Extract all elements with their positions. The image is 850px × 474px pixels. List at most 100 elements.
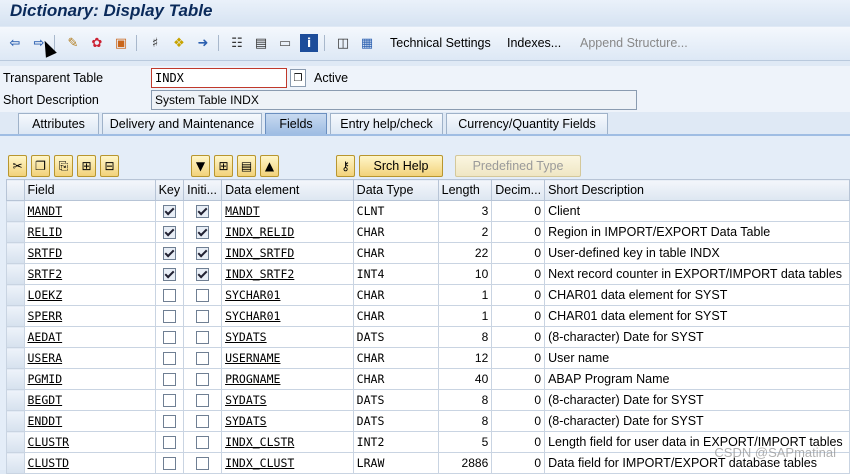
column-header-field[interactable]: Field: [23, 179, 156, 201]
row-selector[interactable]: [6, 242, 25, 264]
details-icon[interactable]: ▤: [237, 155, 256, 177]
copy-row-icon[interactable]: ❐: [31, 155, 50, 177]
back-icon[interactable]: ⇦: [6, 34, 24, 52]
initial-checkbox[interactable]: [196, 373, 210, 386]
technical-settings-button[interactable]: Technical Settings: [390, 36, 491, 50]
key-checkbox[interactable]: [162, 457, 176, 470]
check-icon[interactable]: ✿: [88, 34, 106, 52]
field-name-cell[interactable]: SRTFD: [23, 242, 156, 264]
where-used-icon[interactable]: ♯: [146, 34, 164, 52]
initial-checkbox[interactable]: [196, 436, 210, 449]
data-element-cell[interactable]: SYCHAR01: [221, 305, 354, 327]
search-help-key-icon[interactable]: ⚷: [336, 155, 355, 177]
srch-help-button[interactable]: Srch Help: [359, 155, 443, 177]
paste-icon[interactable]: ⎘: [54, 155, 73, 177]
field-name-cell[interactable]: AEDAT: [23, 326, 156, 348]
field-name-cell[interactable]: MANDT: [23, 200, 156, 222]
initial-checkbox[interactable]: [196, 457, 210, 470]
key-checkbox[interactable]: [162, 415, 176, 428]
row-selector[interactable]: [6, 326, 25, 348]
column-header-key[interactable]: Key: [154, 179, 185, 201]
key-checkbox[interactable]: [162, 226, 176, 239]
initial-checkbox[interactable]: [196, 310, 210, 323]
navigate-icon[interactable]: ➜: [194, 34, 212, 52]
column-header-initial[interactable]: Initi...: [183, 179, 223, 201]
row-selector[interactable]: [6, 305, 25, 327]
initial-checkbox[interactable]: [196, 394, 210, 407]
display-object-icon[interactable]: ▭: [276, 34, 294, 52]
initial-checkbox[interactable]: [196, 415, 210, 428]
table-row[interactable]: SRTFD INDX_SRTFD CHAR 22 0 User-defined key i…: [6, 242, 850, 264]
field-name-cell[interactable]: CLUSTD: [23, 452, 156, 474]
data-element-cell[interactable]: USERNAME: [221, 347, 354, 369]
object-list-icon[interactable]: ❖: [170, 34, 188, 52]
row-selector[interactable]: [6, 200, 25, 222]
data-element-cell[interactable]: INDX_RELID: [221, 221, 354, 243]
table-row[interactable]: RELID INDX_RELID CHAR 2 0 Region in IMPORT/EX…: [6, 221, 850, 243]
key-checkbox[interactable]: [162, 436, 176, 449]
key-checkbox[interactable]: [162, 394, 176, 407]
initial-checkbox[interactable]: [196, 205, 210, 218]
column-header-short-description[interactable]: Short Description: [544, 179, 850, 201]
indexes-button[interactable]: Indexes...: [507, 36, 561, 50]
cut-icon[interactable]: ✂: [8, 155, 27, 177]
data-element-cell[interactable]: SYCHAR01: [221, 284, 354, 306]
table-row[interactable]: ENDDT SYDATS DATS 8 0 (8-character) Date for …: [6, 410, 850, 432]
delete-row-icon[interactable]: ⊟: [100, 155, 119, 177]
info-icon[interactable]: i: [300, 34, 318, 52]
column-header-length[interactable]: Length: [437, 179, 493, 201]
data-element-cell[interactable]: SYDATS: [221, 389, 354, 411]
tab-delivery-maintenance[interactable]: Delivery and Maintenance: [102, 113, 262, 134]
column-header-decimals[interactable]: Decim...: [491, 179, 546, 201]
column-header-data-type[interactable]: Data Type: [352, 179, 439, 201]
initial-checkbox[interactable]: [196, 247, 210, 260]
copy-icon[interactable]: ❐: [290, 69, 306, 87]
row-selector[interactable]: [6, 221, 25, 243]
field-name-cell[interactable]: LOEKZ: [23, 284, 156, 306]
hierarchy-icon[interactable]: ☷: [228, 34, 246, 52]
key-checkbox[interactable]: [162, 289, 176, 302]
table-row[interactable]: AEDAT SYDATS DATS 8 0 (8-character) Date for …: [6, 326, 850, 348]
tab-entry-help-check[interactable]: Entry help/check: [330, 113, 443, 134]
data-element-cell[interactable]: PROGNAME: [221, 368, 354, 390]
data-element-cell[interactable]: SYDATS: [221, 410, 354, 432]
data-element-cell[interactable]: SYDATS: [221, 326, 354, 348]
key-checkbox[interactable]: [162, 310, 176, 323]
tab-attributes[interactable]: Attributes: [18, 113, 99, 134]
print-icon[interactable]: ▤: [252, 34, 270, 52]
field-name-cell[interactable]: PGMID: [23, 368, 156, 390]
table-row[interactable]: SRTF2 INDX_SRTF2 INT4 10 0 Next record counte…: [6, 263, 850, 285]
table-row[interactable]: MANDT MANDT CLNT 3 0 Client: [6, 200, 850, 222]
table-row[interactable]: PGMID PROGNAME CHAR 40 0 ABAP Program Name: [6, 368, 850, 390]
initial-checkbox[interactable]: [196, 331, 210, 344]
row-selector[interactable]: [6, 410, 25, 432]
activate-icon[interactable]: ▣: [112, 34, 130, 52]
key-checkbox[interactable]: [162, 331, 176, 344]
row-selector[interactable]: [6, 452, 25, 474]
display-change-icon[interactable]: ✎: [64, 34, 82, 52]
data-element-cell[interactable]: INDX_CLUST: [221, 452, 354, 474]
data-element-cell[interactable]: INDX_SRTF2: [221, 263, 354, 285]
sort-icon[interactable]: ▼: [191, 155, 210, 177]
field-name-cell[interactable]: ENDDT: [23, 410, 156, 432]
data-element-cell[interactable]: MANDT: [221, 200, 354, 222]
tab-fields[interactable]: Fields: [265, 113, 327, 134]
table-row[interactable]: SPERR SYCHAR01 CHAR 1 0 CHAR01 data element f…: [6, 305, 850, 327]
table-row[interactable]: USERA USERNAME CHAR 12 0 User name: [6, 347, 850, 369]
table-name-field[interactable]: INDX: [151, 68, 287, 88]
key-checkbox[interactable]: [162, 268, 176, 281]
column-header-data-element[interactable]: Data element: [221, 179, 354, 201]
field-name-cell[interactable]: RELID: [23, 221, 156, 243]
row-selector[interactable]: [6, 263, 25, 285]
initial-checkbox[interactable]: [196, 268, 210, 281]
move-up-icon[interactable]: ▲: [260, 155, 279, 177]
row-selector[interactable]: [6, 368, 25, 390]
field-name-cell[interactable]: SPERR: [23, 305, 156, 327]
field-name-cell[interactable]: BEGDT: [23, 389, 156, 411]
key-checkbox[interactable]: [162, 247, 176, 260]
row-selector[interactable]: [6, 347, 25, 369]
structure-icon[interactable]: ◫: [334, 34, 352, 52]
insert-column-icon[interactable]: ⊞: [214, 155, 233, 177]
key-checkbox[interactable]: [162, 373, 176, 386]
insert-row-icon[interactable]: ⊞: [77, 155, 96, 177]
